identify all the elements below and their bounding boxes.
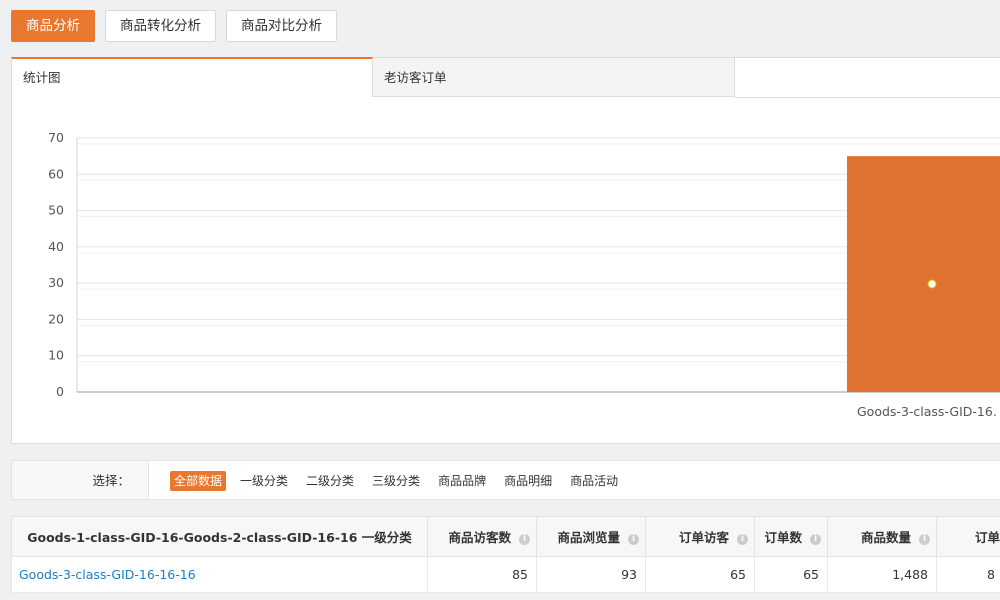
cell-visitors: 85 (427, 556, 537, 593)
y-tick-label: 70 (48, 130, 64, 145)
y-tick-label: 50 (48, 203, 64, 218)
filter-option[interactable]: 商品明细 (500, 471, 556, 491)
col-order-amount: 订单金 (936, 516, 1000, 557)
filter-option[interactable]: 二级分类 (302, 471, 358, 491)
table-header-row: Goods-1-class-GID-16-Goods-2-class-GID-1… (11, 516, 1000, 557)
col-visitors: 商品访客数 i (427, 516, 537, 557)
tab-goods-analysis[interactable]: 商品分析 (11, 10, 95, 42)
info-icon[interactable]: i (810, 534, 821, 545)
x-tick-label: Goods-3-class-GID-16. (857, 404, 997, 419)
cell-pageviews: 93 (536, 556, 646, 593)
col-orders: 订单数 i (754, 516, 828, 557)
bar-marker (927, 279, 937, 289)
goods-link[interactable]: Goods-3-class-GID-16-16-16 (19, 567, 196, 582)
filter-option[interactable]: 一级分类 (236, 471, 292, 491)
cell-order-visitors: 65 (645, 556, 755, 593)
info-icon[interactable]: i (919, 534, 930, 545)
y-tick-label: 30 (48, 275, 64, 290)
tab-goods-conversion[interactable]: 商品转化分析 (105, 10, 216, 42)
filter-option[interactable]: 三级分类 (368, 471, 424, 491)
cell-name: Goods-3-class-GID-16-16-16 (11, 556, 428, 593)
info-icon[interactable]: i (628, 534, 639, 545)
filter-bar: 选择： 全部数据 一级分类 二级分类 三级分类 商品品牌 商品明细 商品活动 (11, 460, 1000, 500)
filter-options: 全部数据 一级分类 二级分类 三级分类 商品品牌 商品明细 商品活动 (170, 471, 622, 491)
filter-label: 选择： (12, 461, 149, 499)
chart-panel: 统计图 老访客订单 0 10 20 30 40 50 60 70 Goods-3-class-G… (11, 57, 1000, 444)
data-table: Goods-1-class-GID-16-Goods-2-class-GID-1… (11, 516, 1000, 593)
bar-chart: 0 10 20 30 40 50 60 70 Goods-3-class-GID-16. (48, 130, 1000, 419)
filter-option[interactable]: 商品活动 (566, 471, 622, 491)
y-tick-label: 10 (48, 348, 64, 363)
col-order-visitors: 订单访客 i (645, 516, 755, 557)
info-icon[interactable]: i (737, 534, 748, 545)
y-tick-label: 40 (48, 239, 64, 254)
col-pageviews: 商品浏览量 i (536, 516, 646, 557)
filter-option[interactable]: 全部数据 (170, 471, 227, 491)
col-category: Goods-1-class-GID-16-Goods-2-class-GID-1… (11, 516, 428, 557)
y-tick-label: 0 (56, 384, 64, 399)
y-tick-label: 60 (48, 166, 64, 181)
cell-orders: 65 (754, 556, 828, 593)
table-row: Goods-3-class-GID-16-16-16 85 93 65 65 1… (11, 556, 1000, 593)
filter-option[interactable]: 商品品牌 (434, 471, 490, 491)
bar (847, 156, 1000, 392)
y-tick-label: 20 (48, 311, 64, 326)
cell-quantity: 1,488 (827, 556, 937, 593)
cell-order-amount: 8 (936, 556, 1000, 593)
top-tabs: 商品分析 商品转化分析 商品对比分析 (11, 10, 337, 42)
col-quantity: 商品数量 i (827, 516, 937, 557)
tab-goods-compare[interactable]: 商品对比分析 (226, 10, 337, 42)
info-icon[interactable]: i (519, 534, 530, 545)
